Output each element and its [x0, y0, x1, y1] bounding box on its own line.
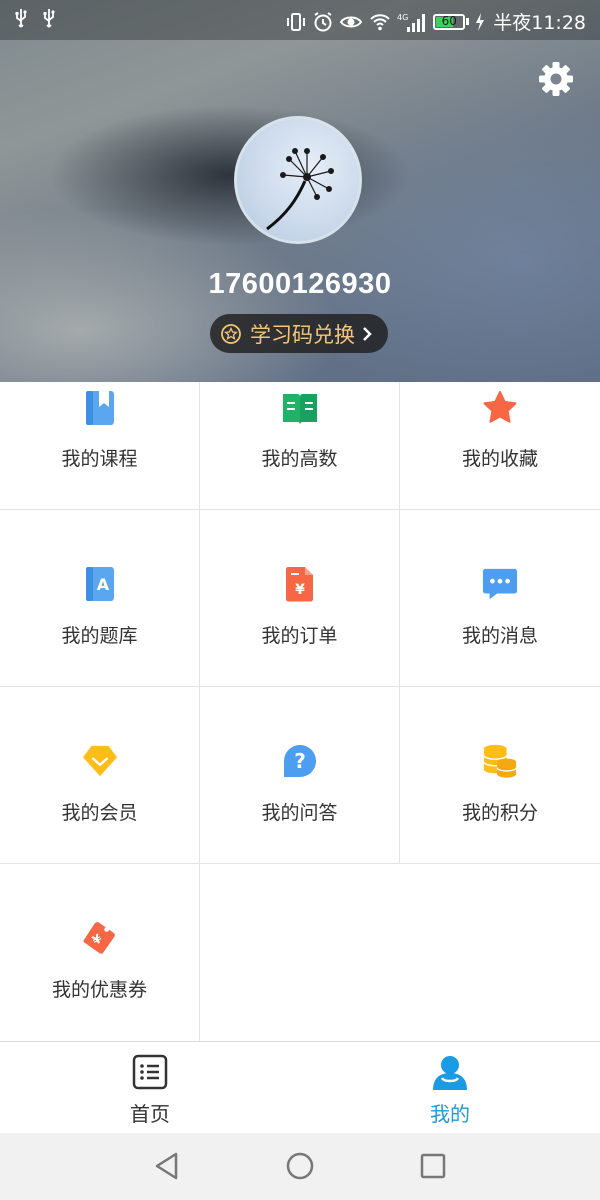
chat-bubble-icon [482, 564, 518, 604]
chevron-right-icon [363, 326, 372, 341]
menu-item-label: 我的题库 [61, 625, 138, 647]
open-book-icon [282, 388, 318, 428]
status-time: 半夜11:28 [493, 12, 586, 34]
tab-home[interactable]: 首页 [0, 1042, 300, 1134]
dandelion-icon [266, 148, 334, 231]
vibrate-icon [287, 12, 306, 31]
order-document-icon: ¥ [282, 564, 318, 604]
menu-item-label: 我的问答 [261, 802, 338, 824]
star-icon [482, 388, 518, 428]
svg-text:A: A [97, 575, 110, 594]
person-icon [433, 1056, 467, 1090]
gear-icon[interactable] [535, 58, 577, 100]
menu-item-label: 我的高数 [261, 448, 338, 470]
bottom-tab-bar: 首页 我的 [0, 1041, 600, 1134]
user-phone: 17600126930 [208, 268, 392, 300]
battery-icon: 60 [433, 13, 466, 30]
redeem-code-button[interactable]: 学习码兑换 [210, 314, 388, 353]
wifi-icon [370, 13, 390, 30]
bookmark-book-icon [82, 388, 118, 428]
redeem-code-label: 学习码兑换 [250, 322, 355, 347]
menu-item-orders[interactable]: ¥ 我的订单 [200, 510, 400, 687]
menu-item-qa[interactable]: ? 我的问答 [200, 687, 400, 864]
svg-text:¥: ¥ [295, 582, 305, 598]
menu-item-calculus[interactable]: 我的高数 [200, 382, 400, 510]
menu-item-label: 我的收藏 [461, 448, 538, 470]
usb-icon [43, 9, 55, 28]
diamond-badge-icon [82, 741, 118, 781]
question-bubble-icon: ? [282, 741, 318, 781]
menu-item-label: 我的会员 [61, 802, 138, 824]
recent-square-icon[interactable] [418, 1151, 448, 1181]
tab-mine[interactable]: 我的 [300, 1042, 600, 1134]
home-circle-icon[interactable] [285, 1151, 315, 1181]
list-icon [132, 1054, 168, 1090]
letter-book-icon: A [82, 564, 118, 604]
usb-icon [15, 9, 27, 28]
menu-item-question-bank[interactable]: A 我的题库 [0, 510, 200, 687]
coupon-tag-icon: ¥ [82, 918, 118, 958]
profile-header: 4G 60 半夜11:28 17600126930 学习码兑换 [0, 0, 600, 382]
svg-text:?: ? [294, 749, 306, 773]
charging-icon [476, 12, 485, 31]
system-nav-bar [0, 1133, 600, 1200]
status-bar: 4G 60 半夜11:28 [0, 0, 600, 40]
signal-icon: 4G [397, 13, 426, 32]
star-badge-icon [221, 323, 241, 344]
avatar[interactable] [234, 116, 362, 244]
tab-label: 首页 [130, 1102, 170, 1126]
alarm-icon [314, 11, 332, 31]
menu-item-label: 我的优惠券 [51, 979, 147, 1001]
svg-text:4G: 4G [397, 13, 408, 22]
menu-item-messages[interactable]: 我的消息 [400, 510, 600, 687]
back-triangle-icon[interactable] [152, 1151, 182, 1181]
menu-item-courses[interactable]: 我的课程 [0, 382, 200, 510]
tab-label: 我的 [430, 1102, 470, 1126]
menu-item-label: 我的课程 [61, 448, 138, 470]
menu-item-coupons[interactable]: ¥ 我的优惠券 [0, 864, 200, 1041]
menu-item-favorites[interactable]: 我的收藏 [400, 382, 600, 510]
menu-item-label: 我的积分 [461, 802, 538, 824]
menu-item-membership[interactable]: 我的会员 [0, 687, 200, 864]
menu-item-label: 我的订单 [261, 625, 338, 647]
menu-item-label: 我的消息 [461, 625, 538, 647]
menu-item-points[interactable]: 我的积分 [400, 687, 600, 864]
eye-icon [340, 16, 363, 27]
coins-icon [482, 741, 518, 781]
